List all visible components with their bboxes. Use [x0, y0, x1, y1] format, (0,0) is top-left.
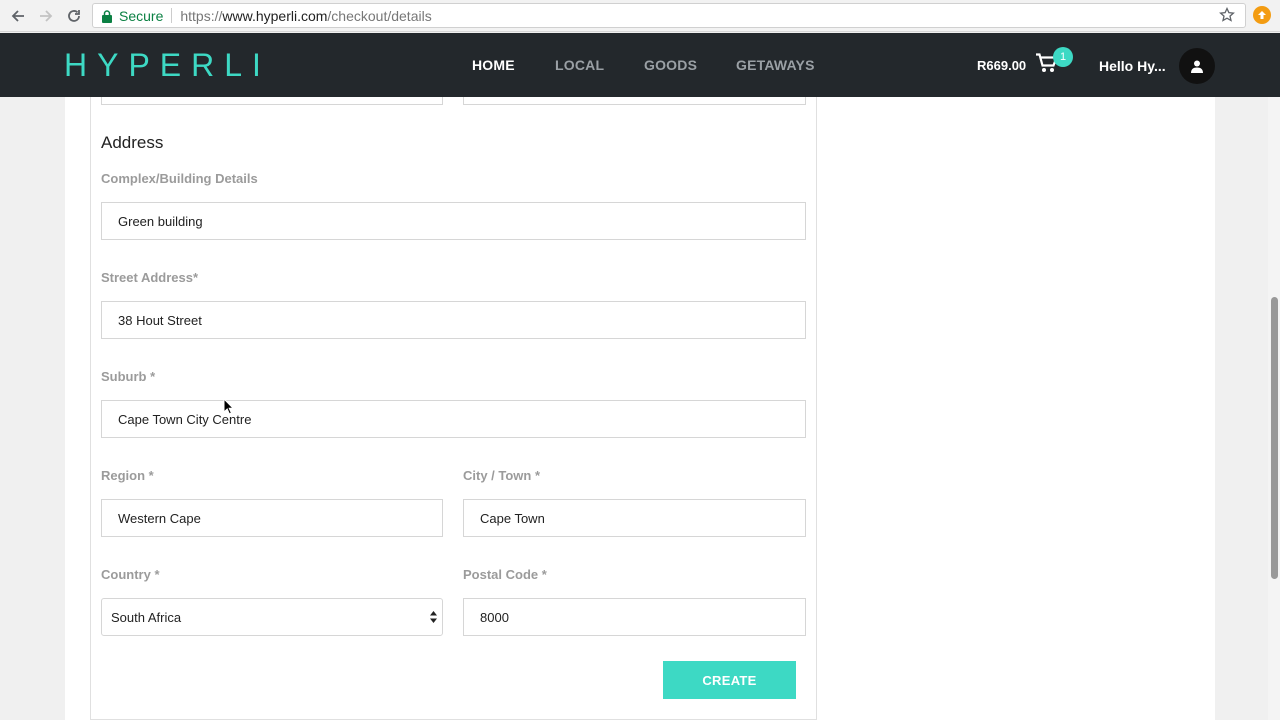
region-label: Region * — [101, 468, 154, 483]
reload-icon[interactable] — [62, 4, 86, 28]
city-input[interactable]: Cape Town — [463, 499, 806, 537]
logo[interactable]: HYPERLI — [64, 47, 271, 84]
user-icon — [1191, 60, 1203, 73]
select-arrows-icon — [430, 611, 437, 626]
url-scheme: https:// — [180, 7, 223, 24]
url-path: /checkout/details — [327, 7, 432, 24]
country-select[interactable]: South Africa — [101, 598, 443, 636]
postal-input[interactable]: 8000 — [463, 598, 806, 636]
street-label: Street Address* — [101, 270, 199, 285]
browser-toolbar: Secure https://www.hyperli.com/checkout/… — [0, 0, 1280, 32]
suburb-input[interactable]: Cape Town City Centre — [101, 400, 806, 438]
create-button[interactable]: CREATE — [663, 661, 796, 699]
extension-icon[interactable] — [1253, 6, 1271, 24]
url-separator — [171, 8, 173, 23]
address-bar[interactable]: Secure https://www.hyperli.com/checkout/… — [92, 3, 1246, 28]
forward-icon[interactable] — [34, 4, 58, 28]
nav-getaways[interactable]: GETAWAYS — [736, 57, 815, 73]
cart-total[interactable]: R669.00 — [977, 58, 1026, 73]
lock-icon — [101, 9, 113, 23]
region-input[interactable]: Western Cape — [101, 499, 443, 537]
field-stub-left — [101, 97, 443, 105]
complex-input[interactable]: Green building — [101, 202, 806, 240]
complex-label: Complex/Building Details — [101, 171, 258, 186]
user-avatar[interactable] — [1179, 48, 1215, 84]
url-host: www.hyperli.com — [222, 7, 328, 24]
country-label: Country * — [101, 567, 160, 582]
country-select-value: South Africa — [111, 609, 182, 625]
scrollbar-thumb[interactable] — [1271, 297, 1278, 579]
site-header: HYPERLI HOME LOCAL GOODS GETAWAYS R669.0… — [0, 33, 1280, 97]
nav-goods[interactable]: GOODS — [644, 57, 697, 73]
postal-label: Postal Code * — [463, 567, 547, 582]
secure-label: Secure — [119, 7, 164, 24]
user-greeting[interactable]: Hello Hy... — [1099, 58, 1166, 74]
street-input[interactable]: 38 Hout Street — [101, 301, 806, 339]
bookmark-star-icon[interactable] — [1219, 6, 1235, 26]
suburb-label: Suburb * — [101, 369, 156, 384]
cart-count-badge: 1 — [1053, 47, 1073, 67]
back-icon[interactable] — [6, 4, 30, 28]
address-heading: Address — [101, 133, 164, 152]
field-stub-right — [463, 97, 806, 105]
nav-local[interactable]: LOCAL — [555, 57, 604, 73]
mouse-cursor-icon — [223, 397, 235, 420]
city-label: City / Town * — [463, 468, 541, 483]
nav-home[interactable]: HOME — [472, 57, 515, 73]
